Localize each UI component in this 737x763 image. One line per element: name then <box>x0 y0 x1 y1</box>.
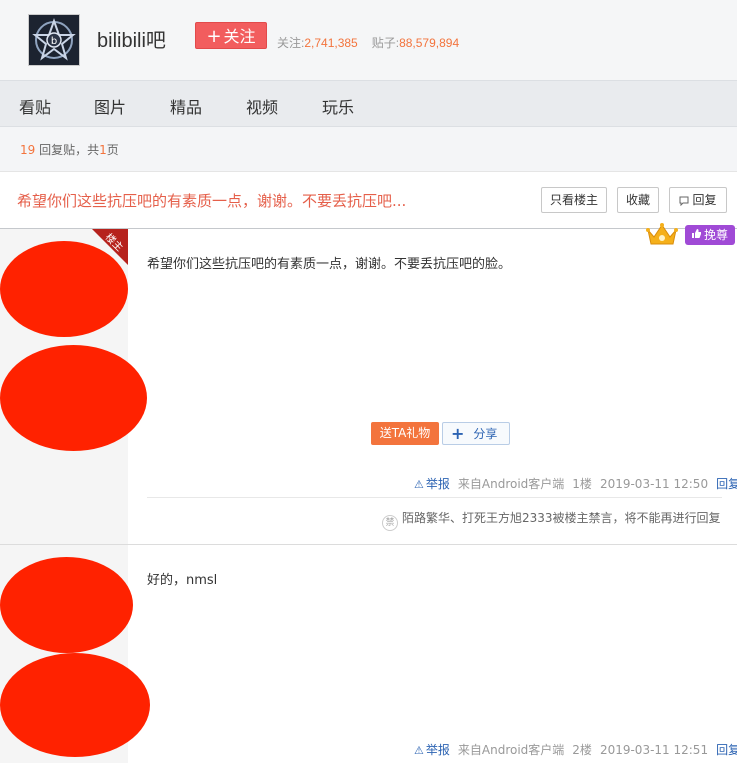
forum-header: b bilibili吧 + 关注 关注:2,741,385 贴子:88,579,89… <box>0 0 737 80</box>
forum-avatar[interactable]: b <box>28 14 80 66</box>
ban-notice: 禁陌路繁华、打死王方旭2333被楼主禁言，将不能再进行回复 <box>382 509 721 531</box>
post-count: 88,579,894 <box>399 36 460 50</box>
post-source: 来自Android客户端 <box>457 477 565 491</box>
speech-bubble-icon <box>679 190 689 214</box>
post-time: 2019-03-11 12:51 <box>599 743 709 757</box>
nav-tab-fun[interactable]: 玩乐 <box>322 94 354 118</box>
ban-seal-icon: 禁 <box>382 515 398 531</box>
post-count-label: 贴子: <box>371 36 400 50</box>
post-reply-link[interactable]: 回复 <box>716 743 737 757</box>
forum-nav: 看贴 图片 精品 视频 玩乐 <box>0 80 737 127</box>
post-meta-floor-1: ⚠ 举报 来自Android客户端 1楼 2019-03-11 12:50 回复 <box>414 475 737 492</box>
reply-summary: 19 回复贴，共1页 <box>20 141 119 158</box>
svg-text:b: b <box>51 36 57 47</box>
share-button[interactable]: + 分享 <box>442 422 510 445</box>
post-author-panel: 楼主 <box>0 229 147 544</box>
nav-tab-featured[interactable]: 精品 <box>170 94 202 118</box>
redacted-username <box>0 653 150 757</box>
post-divider <box>147 497 722 498</box>
post-author-panel <box>0 545 150 763</box>
page-info-bar: 19 回复贴，共1页 <box>0 127 737 172</box>
plus-icon: + <box>206 26 222 47</box>
post-floor: 2楼 <box>572 743 592 757</box>
report-link[interactable]: 举报 <box>426 477 450 491</box>
forum-name[interactable]: bilibili吧 <box>97 24 166 53</box>
thread-title-bar: 希望你们这些抗压吧的有素质一点，谢谢。不要丢抗压吧... 只看楼主 收藏 回复 <box>0 172 737 229</box>
post-time: 2019-03-11 12:50 <box>599 477 709 491</box>
follow-label: 关注 <box>223 27 256 46</box>
reply-button[interactable]: 回复 <box>669 187 727 213</box>
page-count: 1 <box>99 143 107 157</box>
follow-button[interactable]: + 关注 <box>195 22 267 49</box>
nav-tab-posts[interactable]: 看贴 <box>19 94 51 118</box>
warning-triangle-icon: ⚠ <box>414 744 424 757</box>
plus-icon: + <box>451 424 465 443</box>
post-source: 来自Android客户端 <box>457 743 565 757</box>
follow-count-label: 关注: <box>277 36 305 50</box>
post-floor-2: 好的，nmsl <box>0 545 737 763</box>
warning-triangle-icon: ⚠ <box>414 478 424 491</box>
page-label: 页 <box>106 143 119 157</box>
forum-stats: 关注:2,741,385 贴子:88,579,894 <box>277 34 459 51</box>
follow-count: 2,741,385 <box>304 36 358 50</box>
only-op-button[interactable]: 只看楼主 <box>541 187 607 213</box>
reply-label: 回复贴，共 <box>39 143 100 157</box>
favorite-button[interactable]: 收藏 <box>617 187 659 213</box>
nav-tab-images[interactable]: 图片 <box>94 94 126 118</box>
post-reply-link[interactable]: 回复 <box>716 477 737 491</box>
redacted-username <box>0 345 147 451</box>
star-emblem-icon: b <box>29 15 79 65</box>
report-link[interactable]: 举报 <box>426 743 450 757</box>
reply-count: 19 <box>20 143 36 157</box>
send-gift-button[interactable]: 送TA礼物 <box>371 422 439 445</box>
post-content: 好的，nmsl <box>147 573 218 588</box>
post-meta-floor-2: ⚠ 举报 来自Android客户端 2楼 2019-03-11 12:51 回复 <box>414 741 737 758</box>
redacted-avatar <box>0 557 133 653</box>
nav-tab-videos[interactable]: 视频 <box>246 94 278 118</box>
post-content: 希望你们这些抗压吧的有素质一点，谢谢。不要丢抗压吧的脸。 <box>147 257 512 272</box>
op-badge: 楼主 <box>92 229 128 265</box>
share-label: 分享 <box>473 427 498 441</box>
reply-button-label: 回复 <box>692 193 717 207</box>
post-floor: 1楼 <box>572 477 592 491</box>
thread-title: 希望你们这些抗压吧的有素质一点，谢谢。不要丢抗压吧... <box>17 192 407 210</box>
ban-notice-text: 陌路繁华、打死王方旭2333被楼主禁言，将不能再进行回复 <box>402 511 721 525</box>
